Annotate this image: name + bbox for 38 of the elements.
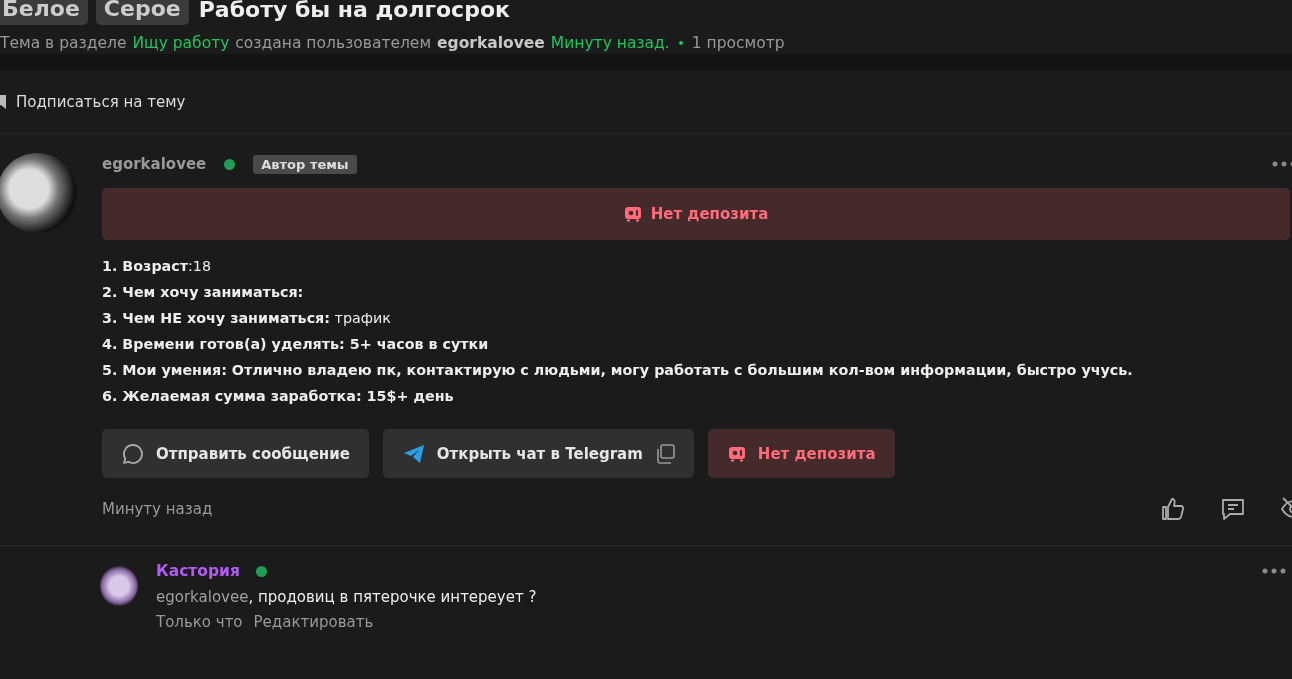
safe-icon	[727, 444, 746, 463]
avatar[interactable]	[100, 566, 138, 606]
section-link[interactable]: Ищу работу	[132, 34, 230, 52]
author-link[interactable]: egorkalovee	[437, 34, 545, 52]
paper-plane-icon	[402, 443, 425, 464]
subscribe-button[interactable]: Подписаться на тему	[0, 88, 186, 115]
post-line: 3. Чем НЕ хочу заниматься: трафик	[102, 309, 392, 328]
message-button[interactable]: Отправить сообщение	[102, 429, 369, 478]
post-line: 4. Времени готов(а) уделять: 5+ часов в сутки	[102, 335, 490, 354]
post-line: 1. Возраст:18	[102, 257, 213, 276]
meta-text: создана пользователем	[235, 34, 432, 52]
author-badge: Автор темы	[253, 154, 357, 174]
safe-icon	[623, 205, 642, 223]
deposit-text: Нет депозита	[650, 205, 769, 223]
time-link[interactable]: Минуту назад.	[550, 34, 670, 52]
thumbs-up-icon[interactable]	[1160, 496, 1186, 522]
topic-tag[interactable]: Серое	[95, 0, 189, 25]
more-options-icon[interactable]	[1262, 568, 1286, 574]
more-options-icon[interactable]	[1272, 161, 1292, 167]
comment-text: , продовиц в пятерочке интереует ?	[248, 588, 537, 606]
comment-icon[interactable]	[1220, 496, 1246, 522]
mention-link[interactable]: egorkalovee	[156, 588, 249, 606]
post-line: 5. Мои умения: Отлично владею пк, контактирую с людьми, могу работать с большим кол-вом информации, быстро учусь.	[102, 361, 1134, 380]
speech-bubble-icon	[122, 442, 144, 465]
username[interactable]: Кастория	[156, 562, 240, 580]
copy-icon[interactable]	[654, 443, 675, 464]
post-time[interactable]: Минуту назад	[102, 500, 213, 518]
view-count: 1 просмотр	[691, 34, 785, 52]
username[interactable]: egorkalovee	[102, 155, 207, 173]
meta-text: Тема в разделе	[0, 34, 127, 52]
comment-time[interactable]: Только что	[156, 613, 243, 631]
post-line: 2. Чем хочу заниматься:	[102, 283, 305, 302]
topic-tag[interactable]: Белое	[0, 0, 88, 25]
edit-link[interactable]: Редактировать	[253, 613, 374, 631]
separator-dot	[678, 41, 683, 45]
deposit-button[interactable]: Нет депозита	[707, 429, 895, 478]
post-line: 6. Желаемая сумма заработка: 15$+ день	[102, 387, 455, 406]
telegram-button[interactable]: Открыть чат в Telegram	[382, 429, 694, 478]
